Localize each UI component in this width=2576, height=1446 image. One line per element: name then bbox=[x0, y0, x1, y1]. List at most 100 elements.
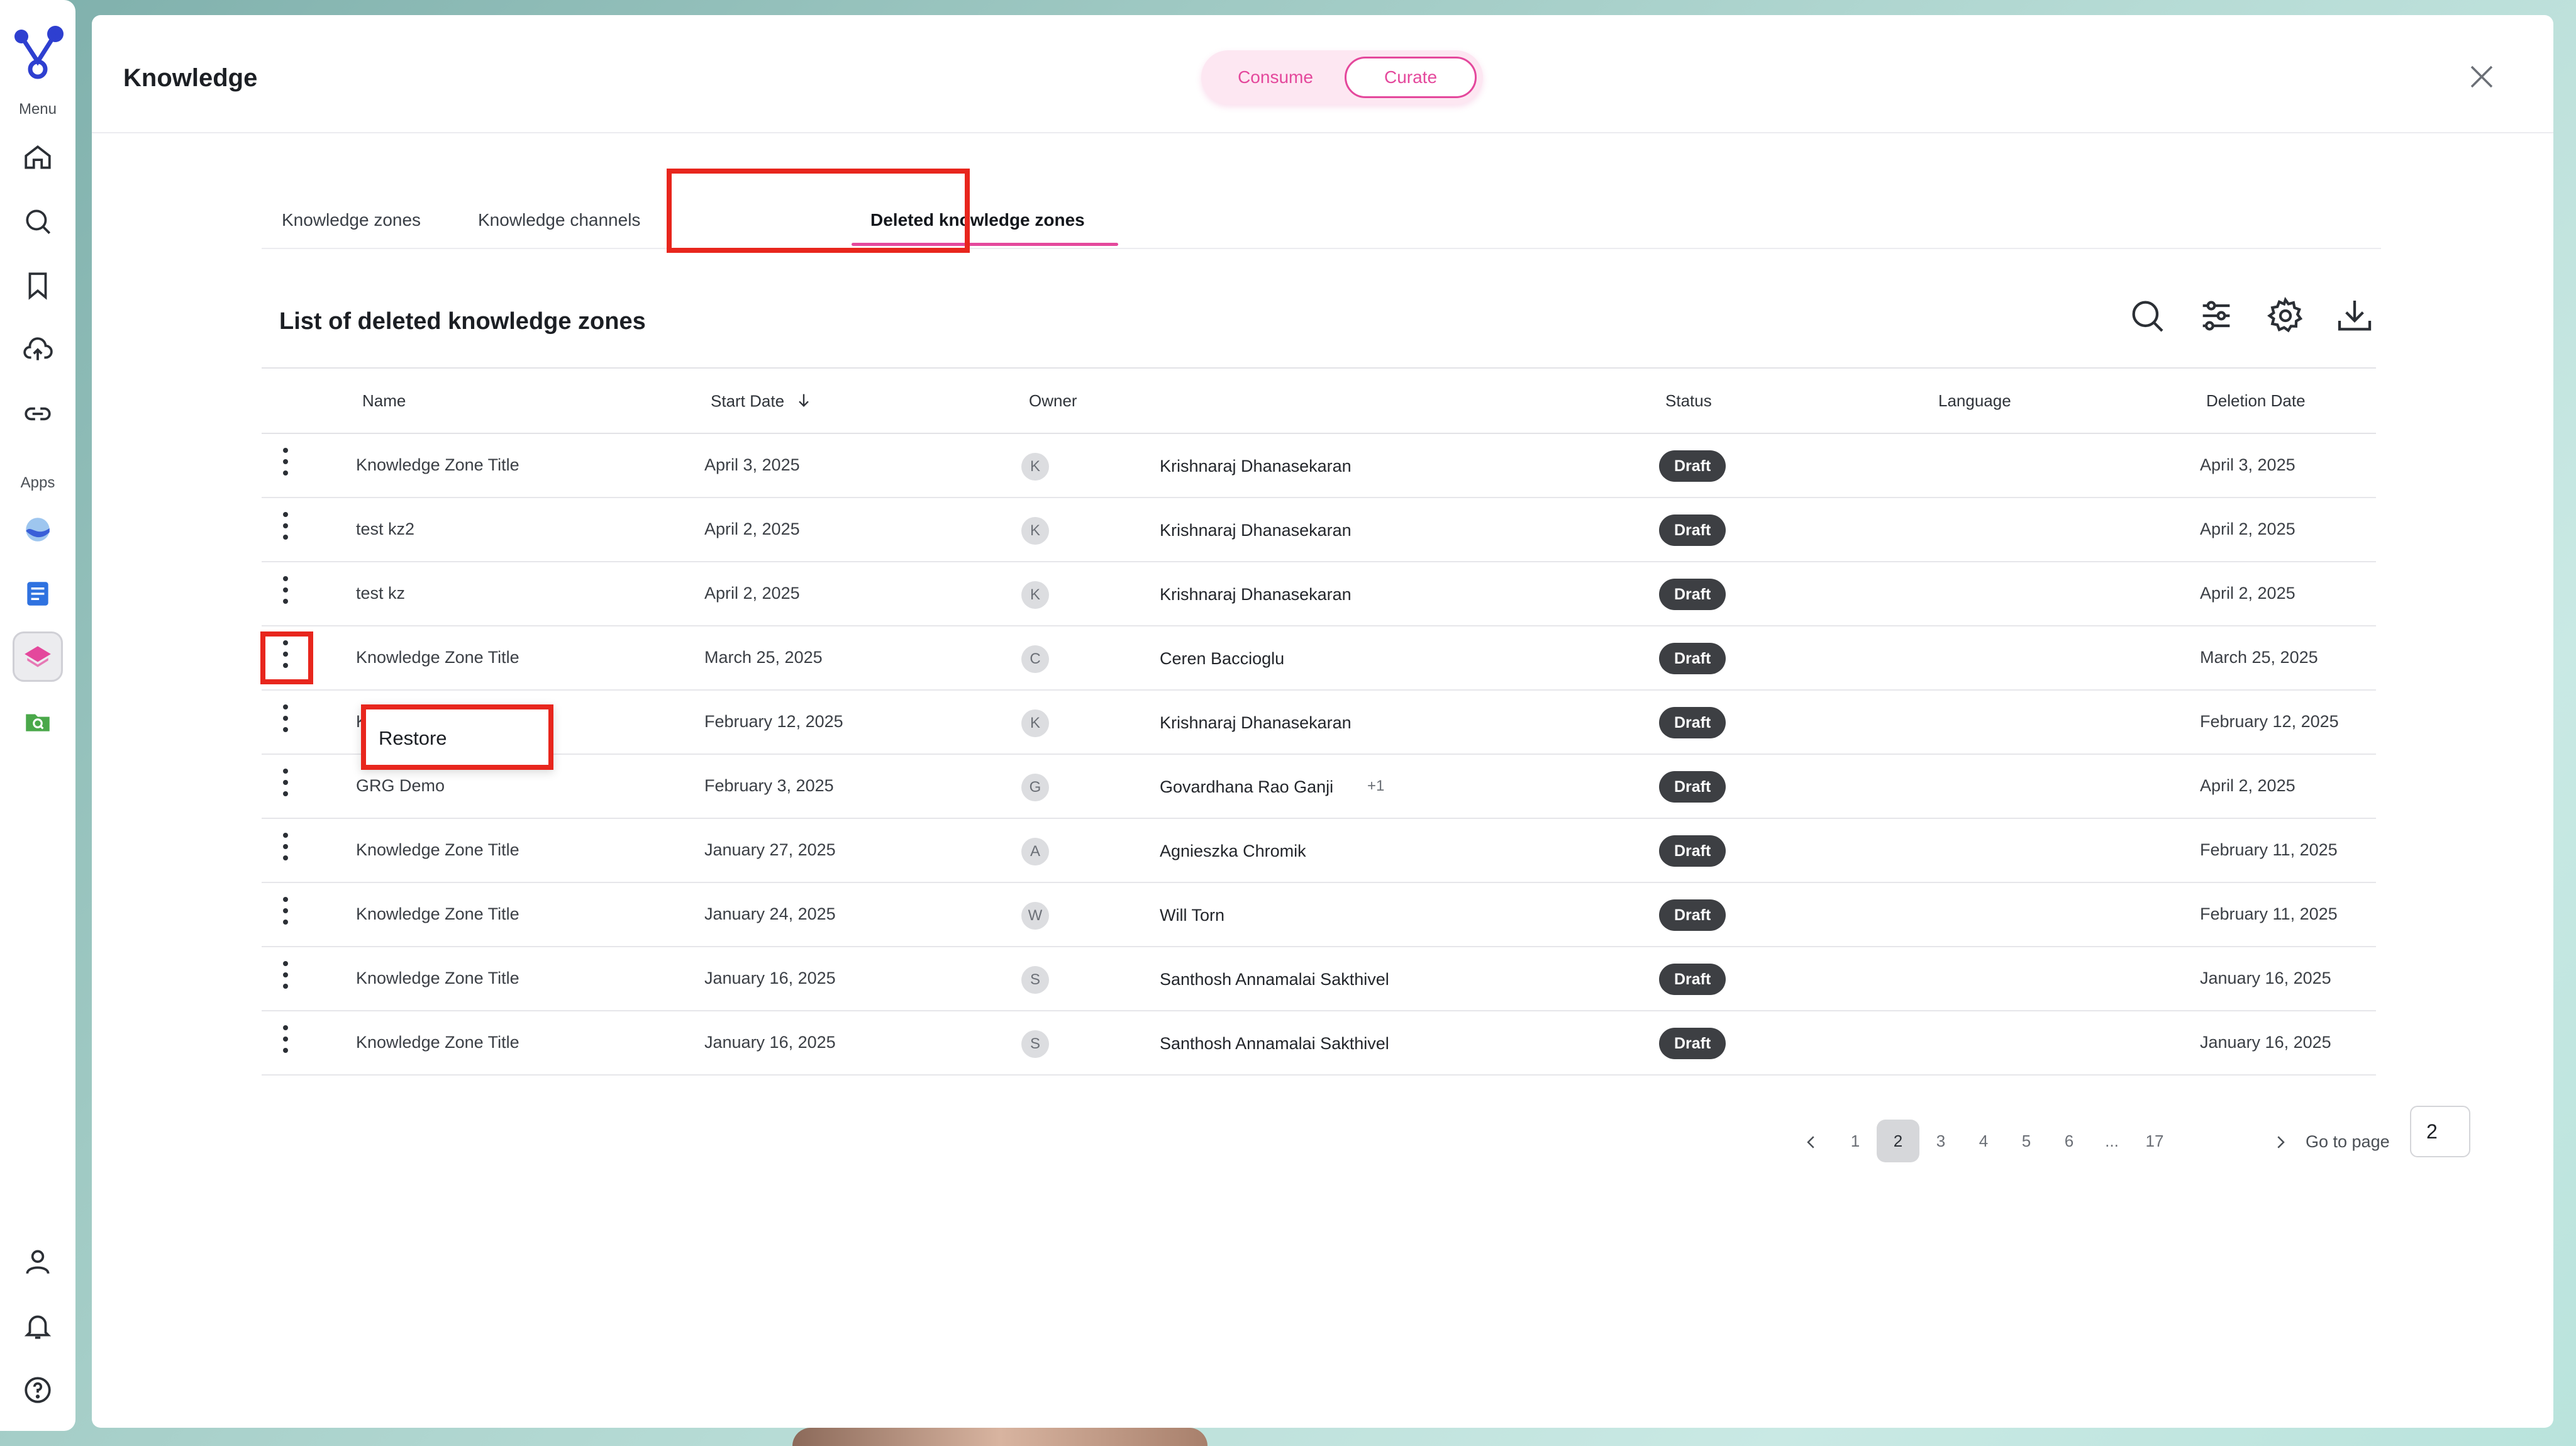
column-language[interactable]: Language bbox=[1938, 391, 2011, 411]
deletion-date: April 2, 2025 bbox=[2200, 776, 2296, 795]
deletion-date: January 16, 2025 bbox=[2200, 1033, 2331, 1052]
close-icon[interactable] bbox=[2469, 64, 2494, 89]
home-icon[interactable] bbox=[13, 132, 63, 182]
zone-name: Knowledge Zone Title bbox=[356, 455, 519, 474]
kebab-menu-icon[interactable] bbox=[279, 769, 292, 801]
apps-label: Apps bbox=[20, 474, 55, 491]
prev-page-chevron-icon[interactable] bbox=[1790, 1120, 1833, 1162]
owner-avatar: A bbox=[1021, 838, 1049, 865]
help-icon[interactable] bbox=[13, 1365, 63, 1415]
page-button[interactable]: 1 bbox=[1834, 1120, 1877, 1162]
page-ellipsis: ... bbox=[2105, 1132, 2119, 1150]
column-start-date[interactable]: Start Date bbox=[711, 391, 813, 413]
owner-name: Krishnaraj Dhanasekaran bbox=[1160, 585, 1352, 604]
deletion-date: April 2, 2025 bbox=[2200, 584, 2296, 603]
tab-knowledge-channels[interactable]: Knowledge channels bbox=[478, 210, 640, 230]
filter-sliders-icon[interactable] bbox=[2196, 296, 2236, 336]
owner-avatar: K bbox=[1021, 709, 1049, 737]
upload-cloud-icon[interactable] bbox=[13, 325, 63, 375]
search-icon[interactable] bbox=[2127, 296, 2167, 336]
zone-name: GRG Demo bbox=[356, 776, 445, 795]
owner-avatar: S bbox=[1021, 1030, 1049, 1058]
page-button[interactable]: 4 bbox=[1962, 1120, 2005, 1162]
restore-menu-item[interactable]: Restore bbox=[379, 727, 447, 750]
document-app-icon[interactable] bbox=[13, 569, 63, 619]
deletion-date: February 11, 2025 bbox=[2200, 840, 2338, 859]
status-badge: Draft bbox=[1659, 964, 1726, 995]
table-row[interactable]: test kz April 2, 2025 K Krishnaraj Dhana… bbox=[262, 561, 2376, 626]
owner-name: Santhosh Annamalai Sakthivel bbox=[1160, 970, 1389, 989]
zone-name: test kz bbox=[356, 584, 406, 603]
bell-icon[interactable] bbox=[13, 1301, 63, 1351]
page-button[interactable]: 3 bbox=[1919, 1120, 1962, 1162]
column-name[interactable]: Name bbox=[362, 391, 406, 411]
next-page-chevron-icon[interactable] bbox=[2259, 1120, 2302, 1162]
kebab-menu-icon[interactable] bbox=[279, 897, 292, 930]
owner-avatar: K bbox=[1021, 517, 1049, 545]
owner-avatar: C bbox=[1021, 645, 1049, 673]
knowledge-app-icon[interactable] bbox=[13, 631, 63, 682]
go-to-page-input[interactable]: 2 bbox=[2410, 1106, 2470, 1157]
start-date: January 16, 2025 bbox=[704, 969, 836, 987]
owner-name: Santhosh Annamalai Sakthivel bbox=[1160, 1034, 1389, 1053]
kebab-menu-icon[interactable] bbox=[279, 704, 292, 737]
kebab-menu-icon[interactable] bbox=[279, 961, 292, 994]
kebab-menu-icon[interactable] bbox=[279, 1025, 292, 1058]
start-date: April 2, 2025 bbox=[704, 520, 800, 538]
table-row[interactable]: Knowledge Zone Title February 12, 2025 K… bbox=[262, 689, 2376, 755]
page-button[interactable]: 6 bbox=[2048, 1120, 2090, 1162]
curate-mode-button[interactable]: Curate bbox=[1345, 57, 1477, 98]
status-badge: Draft bbox=[1659, 707, 1726, 738]
start-date: February 3, 2025 bbox=[704, 776, 834, 795]
app-logo[interactable] bbox=[9, 23, 67, 81]
table-row[interactable]: Knowledge Zone Title January 27, 2025 A … bbox=[262, 818, 2376, 883]
column-status[interactable]: Status bbox=[1665, 391, 1712, 411]
page-button[interactable]: 17 bbox=[2133, 1120, 2176, 1162]
gear-icon[interactable] bbox=[2265, 296, 2306, 336]
zone-name: Knowledge Zone Title bbox=[356, 648, 519, 667]
menu-label: Menu bbox=[18, 101, 57, 118]
deletion-date: February 11, 2025 bbox=[2200, 904, 2338, 923]
download-icon[interactable] bbox=[2334, 296, 2375, 336]
kebab-menu-icon[interactable] bbox=[279, 448, 292, 481]
link-icon[interactable] bbox=[13, 389, 63, 439]
column-owner[interactable]: Owner bbox=[1029, 391, 1077, 411]
bookmark-icon[interactable] bbox=[13, 260, 63, 311]
sidebar: Menu Apps bbox=[0, 0, 75, 1431]
page-button[interactable]: 2 bbox=[1877, 1120, 1919, 1162]
deletion-date: January 16, 2025 bbox=[2200, 969, 2331, 987]
owner-extra-count[interactable]: +1 bbox=[1367, 777, 1384, 795]
table-row[interactable]: Knowledge Zone Title January 24, 2025 W … bbox=[262, 882, 2376, 947]
list-title: List of deleted knowledge zones bbox=[279, 308, 646, 335]
zone-name: Knowledge Zone Title bbox=[356, 1033, 519, 1052]
table-row[interactable]: Knowledge Zone Title March 25, 2025 C Ce… bbox=[262, 625, 2376, 691]
deletion-date: February 12, 2025 bbox=[2200, 712, 2339, 731]
deletion-date: April 3, 2025 bbox=[2200, 455, 2296, 474]
table-row[interactable]: Knowledge Zone Title April 3, 2025 K Kri… bbox=[262, 433, 2376, 498]
kebab-menu-icon[interactable] bbox=[279, 512, 292, 545]
owner-avatar: W bbox=[1021, 902, 1049, 930]
start-date: February 12, 2025 bbox=[704, 712, 843, 731]
kebab-menu-icon[interactable] bbox=[279, 576, 292, 609]
wave-app-icon[interactable] bbox=[13, 504, 63, 555]
search-icon[interactable] bbox=[13, 196, 63, 247]
table-row[interactable]: Knowledge Zone Title January 16, 2025 S … bbox=[262, 1010, 2376, 1076]
page-button[interactable]: 5 bbox=[2005, 1120, 2048, 1162]
search-folder-app-icon[interactable] bbox=[13, 697, 63, 747]
start-date: April 3, 2025 bbox=[704, 455, 800, 474]
user-icon[interactable] bbox=[13, 1237, 63, 1287]
pagination: 1 2 3 4 5 6... 17 Go to page bbox=[1790, 1107, 2419, 1162]
table-row[interactable]: Knowledge Zone Title January 16, 2025 S … bbox=[262, 946, 2376, 1011]
sort-arrow-down-icon bbox=[795, 391, 813, 413]
start-date: January 24, 2025 bbox=[704, 904, 836, 923]
column-deletion-date[interactable]: Deletion Date bbox=[2206, 391, 2306, 411]
consume-mode-button[interactable]: Consume bbox=[1215, 57, 1336, 98]
table-row[interactable]: test kz2 April 2, 2025 K Krishnaraj Dhan… bbox=[262, 497, 2376, 562]
owner-name: Krishnaraj Dhanasekaran bbox=[1160, 713, 1352, 732]
tab-knowledge-zones[interactable]: Knowledge zones bbox=[282, 210, 421, 230]
knowledge-panel: Knowledge Consume Curate Knowledge zones… bbox=[92, 15, 2553, 1428]
owner-avatar: K bbox=[1021, 581, 1049, 609]
kebab-menu-icon[interactable] bbox=[279, 833, 292, 865]
owner-avatar: G bbox=[1021, 774, 1049, 801]
table-row[interactable]: GRG Demo February 3, 2025 G Govardhana R… bbox=[262, 754, 2376, 819]
